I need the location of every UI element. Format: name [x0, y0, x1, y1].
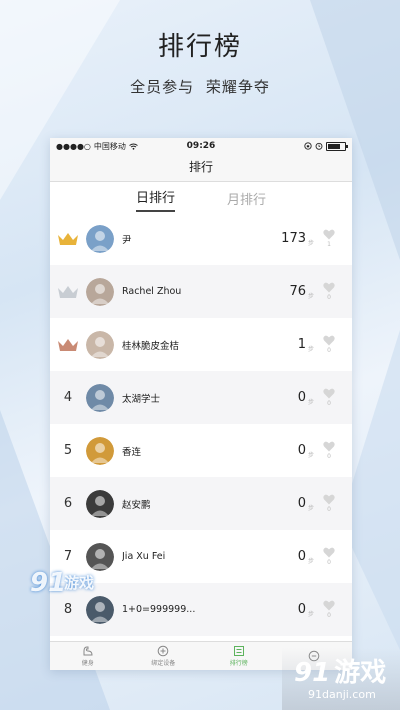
like-count: 0 — [327, 559, 331, 566]
user-name: 香连 — [122, 446, 142, 458]
like-count: 0 — [327, 347, 331, 354]
user-name: 尹 — [122, 234, 132, 246]
rank-number: 6 — [63, 496, 73, 511]
like-button[interactable]: 0 — [318, 600, 340, 619]
avatar[interactable] — [86, 277, 114, 306]
carrier-label: 中国移动 — [93, 141, 126, 151]
like-button[interactable]: 0 — [318, 335, 340, 354]
avatar[interactable] — [86, 436, 114, 465]
like-button[interactable]: 0 — [318, 441, 340, 460]
like-button[interactable]: 0 — [318, 282, 340, 301]
tab-bar-bind-device[interactable]: 绑定设备 — [126, 642, 202, 670]
crown-icon — [58, 285, 78, 298]
step-unit: 步 — [308, 452, 315, 459]
watermark-logo-text: 游戏 — [64, 574, 95, 592]
step-count: 0 — [297, 549, 306, 564]
like-button[interactable]: 0 — [318, 547, 340, 566]
step-count: 173 — [281, 231, 306, 246]
status-bar: ●●●●○ 中国移动 09:26 — [50, 138, 352, 154]
watermark-url: 91danji.com — [308, 688, 376, 701]
wifi-icon — [129, 143, 138, 150]
rank-number: 7 — [63, 549, 73, 564]
heart-icon — [323, 494, 335, 505]
leaderboard-row[interactable]: 5 香连 0 步 0 — [50, 424, 352, 477]
user-name: 1+0=999999... — [122, 604, 196, 615]
tab-daily[interactable]: 日排行 — [135, 187, 175, 212]
like-button[interactable]: 1 — [318, 229, 340, 248]
tab-bar-label: 绑定设备 — [151, 660, 176, 667]
like-count: 0 — [327, 506, 331, 513]
step-count: 0 — [297, 443, 306, 458]
step-unit: 步 — [308, 611, 315, 618]
avatar[interactable] — [86, 224, 114, 253]
crown-icon — [58, 338, 78, 351]
step-count: 0 — [297, 390, 306, 405]
nav-title: 排行 — [50, 154, 352, 182]
heart-icon — [323, 600, 335, 611]
leaderboard-row[interactable]: Rachel Zhou 76 步 0 — [50, 265, 352, 318]
step-count: 0 — [297, 602, 306, 617]
alarm-icon — [315, 142, 323, 150]
step-unit: 步 — [308, 293, 315, 300]
step-count: 0 — [297, 496, 306, 511]
battery-icon — [326, 141, 348, 151]
watermark-logo: 91 游戏 — [294, 658, 387, 688]
heart-icon — [323, 335, 335, 346]
orientation-lock-icon — [304, 142, 312, 150]
tab-bar-fitness[interactable]: 健身 — [50, 642, 126, 670]
avatar[interactable] — [86, 489, 114, 518]
like-count: 0 — [327, 294, 331, 301]
tab-bar-ranking[interactable]: 排行榜 — [201, 642, 277, 670]
leaderboard-row[interactable]: 尹 173 步 1 — [50, 212, 352, 265]
user-name: 桂林脆皮金桔 — [122, 340, 180, 352]
heart-icon — [323, 547, 335, 558]
arm-icon — [83, 646, 93, 656]
step-unit: 步 — [308, 346, 315, 353]
avatar[interactable] — [86, 542, 114, 571]
avatar[interactable] — [86, 330, 114, 359]
heart-icon — [323, 388, 335, 399]
ranking-tabs: 日排行 月排行 — [50, 182, 352, 212]
like-count: 0 — [327, 612, 331, 619]
leaderboard-row[interactable]: 4 太湖学士 0 步 0 — [50, 371, 352, 424]
heart-icon — [323, 229, 335, 240]
like-count: 0 — [327, 400, 331, 407]
signal-dots-icon: ●●●●○ — [56, 141, 91, 151]
crown-icon — [58, 232, 78, 245]
tab-bar-label: 健身 — [81, 660, 94, 667]
user-name: 太湖学士 — [122, 393, 161, 405]
ranking-icon — [233, 646, 244, 656]
rank-number: 5 — [63, 443, 73, 458]
device-icon — [157, 645, 169, 657]
like-button[interactable]: 0 — [318, 494, 340, 513]
promo-subtitle: 全员参与 荣耀争夺 — [130, 78, 270, 96]
user-name: 赵安鹏 — [122, 499, 151, 511]
watermark-left: 91 游戏 — [30, 568, 140, 608]
step-unit: 步 — [308, 399, 315, 406]
watermark-bottom-right: 91 游戏 91danji.com — [282, 648, 400, 710]
promo-title: 排行榜 — [157, 32, 242, 62]
heart-icon — [323, 441, 335, 452]
like-button[interactable]: 0 — [318, 388, 340, 407]
step-unit: 步 — [308, 240, 315, 247]
user-name: Jia Xu Fei — [122, 551, 166, 562]
like-count: 0 — [327, 453, 331, 460]
tab-monthly[interactable]: 月排行 — [227, 189, 266, 212]
heart-icon — [323, 282, 335, 293]
tab-bar-label: 排行榜 — [229, 660, 248, 667]
watermark-logo-number: 91 — [30, 568, 67, 598]
user-name: Rachel Zhou — [122, 286, 182, 297]
like-count: 1 — [327, 241, 331, 248]
rank-number: 4 — [63, 390, 73, 405]
step-unit: 步 — [308, 558, 315, 565]
step-count: 76 — [289, 284, 306, 299]
step-unit: 步 — [308, 505, 315, 512]
status-time: 09:26 — [186, 141, 216, 151]
avatar[interactable] — [86, 383, 114, 412]
step-count: 1 — [297, 337, 306, 352]
leaderboard-row[interactable]: 6 赵安鹏 0 步 0 — [50, 477, 352, 530]
leaderboard-row[interactable]: 桂林脆皮金桔 1 步 0 — [50, 318, 352, 371]
